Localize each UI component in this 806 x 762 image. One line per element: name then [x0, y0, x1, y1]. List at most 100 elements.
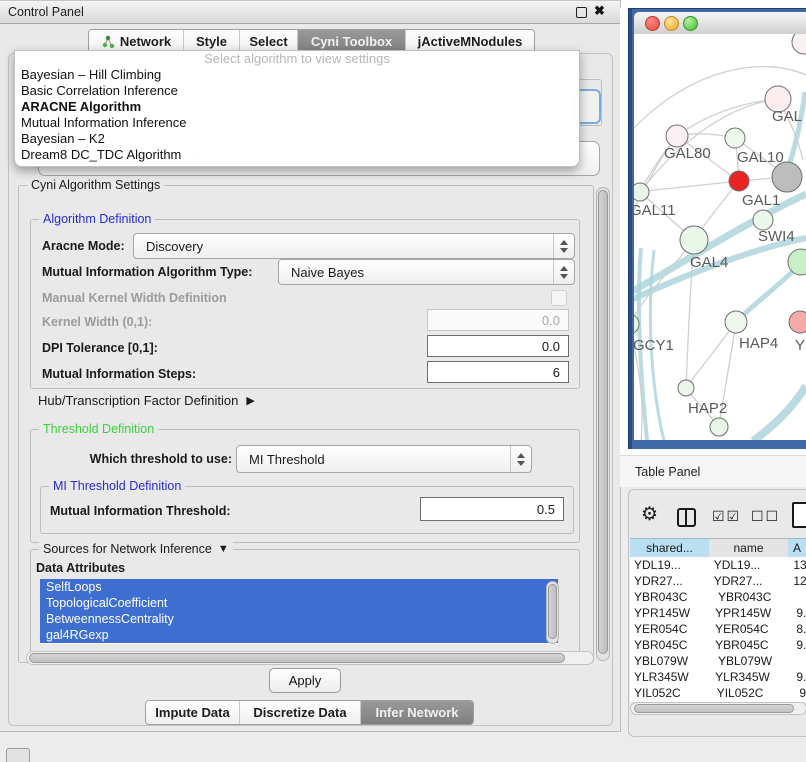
- algorithm-option-mutual-information-inference[interactable]: Mutual Information Inference: [15, 115, 579, 131]
- network-node[interactable]: [710, 418, 728, 436]
- network-edge[interactable]: [686, 322, 736, 388]
- control-panel-window: Control Panel ✖ NetworkStyleSelectCyni T…: [0, 0, 621, 732]
- sources-title-row[interactable]: Sources for Network Inference ▼: [39, 542, 233, 556]
- tab-infer-network[interactable]: Infer Network: [361, 701, 473, 724]
- columns-icon[interactable]: [677, 508, 696, 527]
- which-threshold-combo[interactable]: MI Threshold: [236, 445, 532, 473]
- unchecked-boxes-icon[interactable]: ☐☐: [751, 508, 780, 525]
- node-label-swi4: SWI4: [758, 228, 795, 245]
- algorithm-option-bayesian-k2[interactable]: Bayesian – K2: [15, 131, 579, 147]
- aracne-mode-combo[interactable]: Discovery: [133, 233, 575, 259]
- network-edge[interactable]: [677, 99, 778, 136]
- table-row[interactable]: YDL19...YDL19...13: [630, 557, 806, 573]
- settings-scroll-thumb[interactable]: [598, 190, 608, 654]
- mi-algorithm-type-combo[interactable]: Naive Bayes: [278, 259, 575, 285]
- checked-boxes-icon[interactable]: ☑☑: [712, 508, 741, 525]
- network-node-gal80[interactable]: [666, 125, 688, 147]
- float-window-icon[interactable]: [576, 7, 587, 18]
- bottom-tabbar: Impute Data Discretize DataInfer Network: [145, 700, 474, 725]
- table-row[interactable]: YBL079WYBL079W: [630, 653, 806, 669]
- table-cell: 13: [789, 557, 806, 573]
- gear-icon[interactable]: ⚙: [641, 503, 658, 526]
- network-canvas[interactable]: GALGAL80GAL10GAL1GAL11SWI4GAL4GCY1HAP4YH…: [634, 34, 806, 440]
- table-row[interactable]: YBR043CYBR043C: [630, 589, 806, 605]
- network-window-titlebar[interactable]: [634, 12, 806, 35]
- manual-kernel-width-label: Manual Kernel Width Definition: [42, 291, 227, 305]
- cyni-algorithm-settings-title: Cyni Algorithm Settings: [27, 178, 164, 192]
- mi-algorithm-type-label: Mutual Information Algorithm Type:: [42, 265, 252, 279]
- network-node-hap2[interactable]: [678, 380, 694, 396]
- kernel-width-field[interactable]: 0.0: [427, 309, 569, 331]
- column-header-name[interactable]: name: [709, 538, 789, 558]
- attributes-scrollbar[interactable]: [546, 581, 559, 644]
- network-node-gal11[interactable]: [634, 183, 649, 201]
- network-edge[interactable]: [736, 263, 801, 322]
- table-cell: YER054C: [630, 621, 711, 637]
- column-header-shared[interactable]: shared...: [630, 538, 710, 558]
- algorithm-popup: Select algorithm to view settings Bayesi…: [14, 50, 580, 167]
- attribute-item-betweennesscentrality[interactable]: BetweennessCentrality: [40, 611, 558, 627]
- network-node-gal4[interactable]: [680, 226, 708, 254]
- mutual-info-threshold-field[interactable]: 0.5: [420, 497, 564, 521]
- table-horizontal-scrollbar[interactable]: [630, 702, 806, 715]
- table-row[interactable]: YIL052CYIL052C9: [630, 685, 806, 701]
- zoom-traffic-light[interactable]: [683, 16, 698, 31]
- attribute-item-topologicalcoefficient[interactable]: TopologicalCoefficient: [40, 595, 558, 611]
- threshold-definition-title: Threshold Definition: [39, 422, 158, 436]
- network-graph[interactable]: GALGAL80GAL10GAL1GAL11SWI4GAL4GCY1HAP4YH…: [634, 34, 806, 440]
- node-label-y: Y: [795, 337, 805, 354]
- mi-steps-field[interactable]: 6: [427, 361, 569, 383]
- sources-title: Sources for Network Inference: [43, 542, 212, 556]
- algorithm-option-bayesian-hill-climbing[interactable]: Bayesian – Hill Climbing: [15, 67, 579, 83]
- network-node-y[interactable]: [789, 311, 806, 333]
- table-cell: YIL052C: [713, 685, 796, 701]
- network-edge[interactable]: [753, 386, 806, 440]
- tab-discretize-data[interactable]: Discretize Data: [240, 701, 361, 724]
- network-node-gal10[interactable]: [725, 128, 745, 148]
- settings-hscroll-thumb[interactable]: [29, 653, 565, 663]
- table-cell: 9.: [792, 605, 806, 621]
- settings-vertical-scrollbar[interactable]: [596, 187, 610, 661]
- table-hscroll-thumb[interactable]: [634, 704, 794, 713]
- manual-kernel-width-checkbox[interactable]: [551, 290, 567, 306]
- algorithm-option-dream8-dc-tdc-algorithm[interactable]: Dream8 DC_TDC Algorithm: [15, 147, 579, 163]
- tab-impute-data[interactable]: Impute Data: [146, 701, 240, 724]
- apply-button[interactable]: Apply: [269, 668, 341, 693]
- network-node-swi4[interactable]: [753, 210, 773, 230]
- table-row[interactable]: YLR345WYLR345W9.: [630, 669, 806, 685]
- table-cell: YBR045C: [630, 637, 711, 653]
- table-row[interactable]: YPR145WYPR145W9.: [630, 605, 806, 621]
- table-cell: YDL19...: [630, 557, 710, 573]
- table-row[interactable]: YDR27...YDR27...12: [630, 573, 806, 589]
- table-panel-titlebar: Table Panel: [620, 455, 806, 487]
- table-cell: YBR043C: [714, 589, 798, 605]
- close-traffic-light[interactable]: [645, 16, 660, 31]
- algorithm-option-aracne-algorithm[interactable]: ARACNE Algorithm: [15, 99, 579, 115]
- table-cell: 9.: [792, 637, 806, 653]
- collapse-panel-button[interactable]: [6, 748, 30, 762]
- attribute-item-gal4rgexp[interactable]: gal4RGexp: [40, 627, 558, 643]
- table-row[interactable]: YBR045CYBR045C9.: [630, 637, 806, 653]
- table-row[interactable]: YER054CYER054C8.: [630, 621, 806, 637]
- mi-steps-label: Mutual Information Steps:: [42, 367, 196, 381]
- document-icon[interactable]: [792, 502, 806, 528]
- network-node-hap4[interactable]: [725, 311, 747, 333]
- dpi-tolerance-label: DPI Tolerance [0,1]:: [42, 341, 158, 355]
- close-icon[interactable]: ✖: [594, 3, 605, 19]
- table-cell: 9: [795, 685, 806, 701]
- tab-label: Impute Data: [155, 705, 229, 720]
- minimize-traffic-light[interactable]: [664, 16, 679, 31]
- dpi-tolerance-field[interactable]: 0.0: [427, 335, 569, 357]
- attributes-scroll-thumb[interactable]: [548, 584, 557, 639]
- hub-definition-toggle[interactable]: Hub/Transcription Factor Definition ▶: [38, 393, 255, 408]
- algorithm-option-basic-correlation-inference[interactable]: Basic Correlation Inference: [15, 83, 579, 99]
- network-node[interactable]: [792, 34, 806, 54]
- settings-horizontal-scrollbar[interactable]: [26, 651, 594, 665]
- attribute-item-selfloops[interactable]: SelfLoops: [40, 579, 558, 595]
- aracne-mode-value: Discovery: [134, 239, 553, 254]
- network-edge[interactable]: [789, 92, 805, 166]
- network-node[interactable]: [772, 162, 802, 192]
- column-header-a[interactable]: A: [788, 538, 806, 558]
- network-edge[interactable]: [640, 181, 739, 192]
- network-node-gal1[interactable]: [729, 171, 749, 191]
